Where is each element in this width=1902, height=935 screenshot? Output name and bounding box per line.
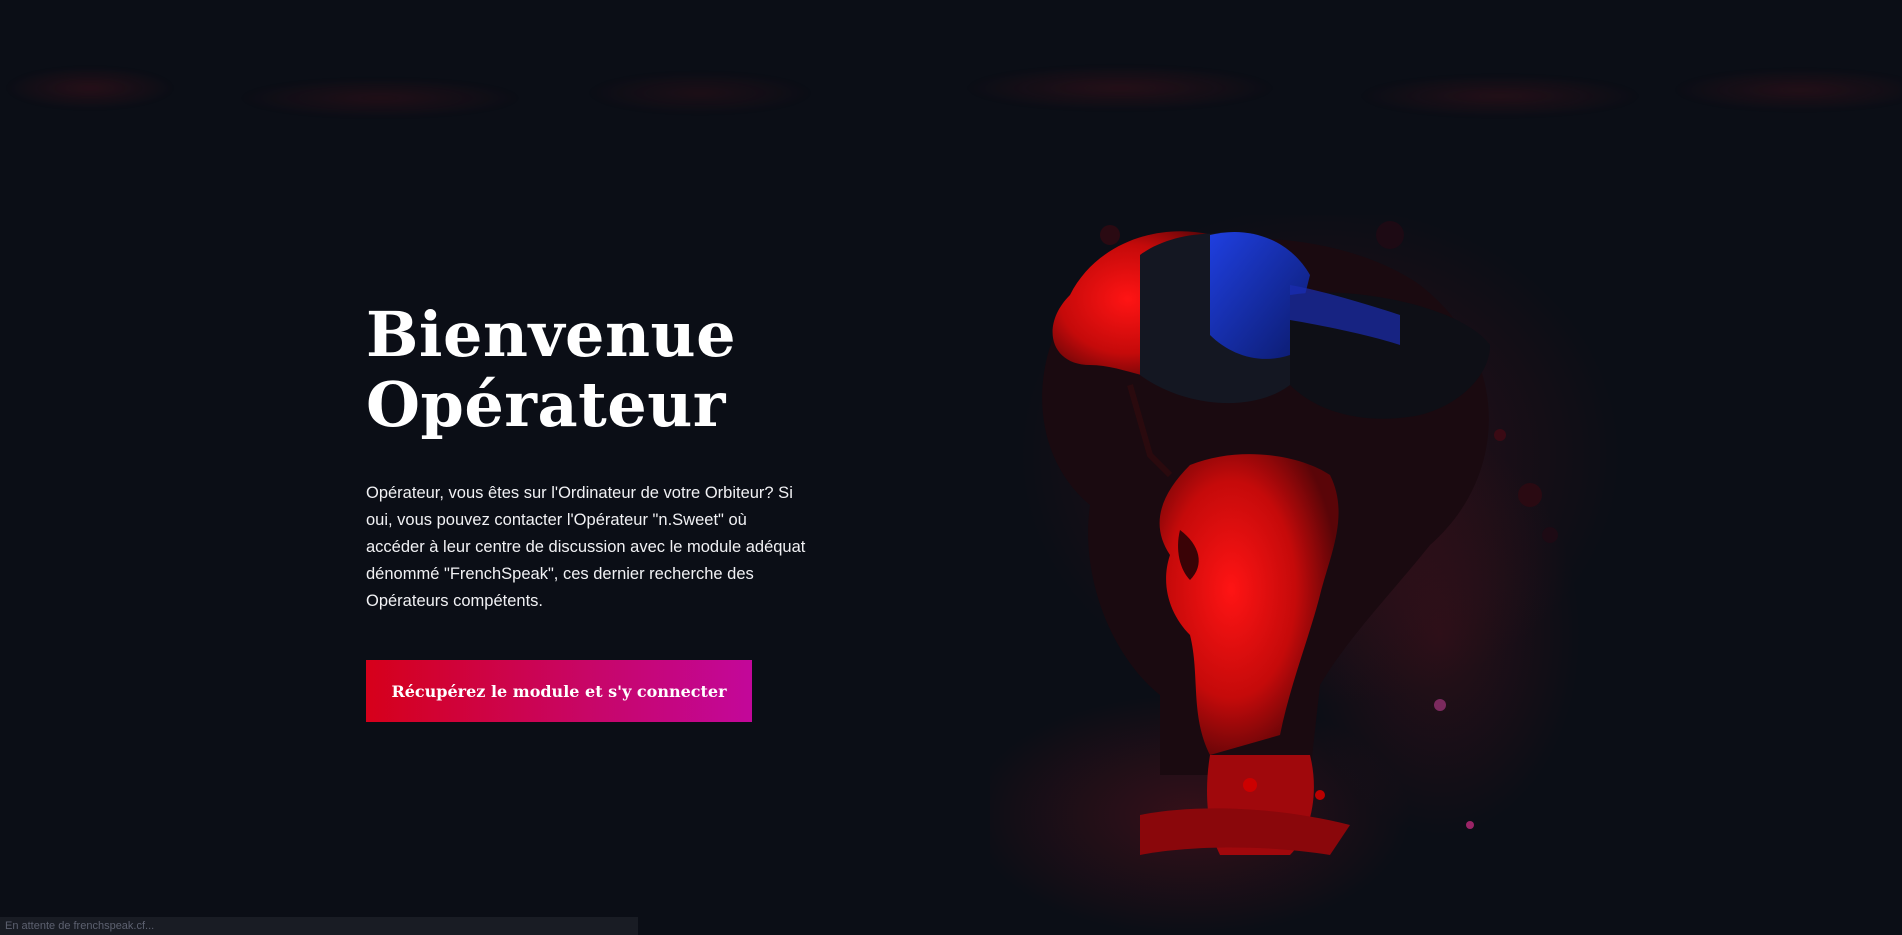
hero-title-line-2: Opérateur [366,368,726,441]
vr-head-illustration [970,205,1630,935]
hero-title: Bienvenue Opérateur [366,300,806,440]
landing-page: Bienvenue Opérateur Opérateur, vous êtes… [0,0,1902,935]
hero-section: Bienvenue Opérateur Opérateur, vous êtes… [366,300,806,722]
decorative-noise-band [0,48,1902,138]
get-module-button[interactable]: Récupérez le module et s'y connecter [366,660,752,722]
browser-status-bar: En attente de frenchspeak.cf... [0,917,638,935]
hero-description: Opérateur, vous êtes sur l'Ordinateur de… [366,484,806,610]
hero-title-line-1: Bienvenue [366,298,737,371]
